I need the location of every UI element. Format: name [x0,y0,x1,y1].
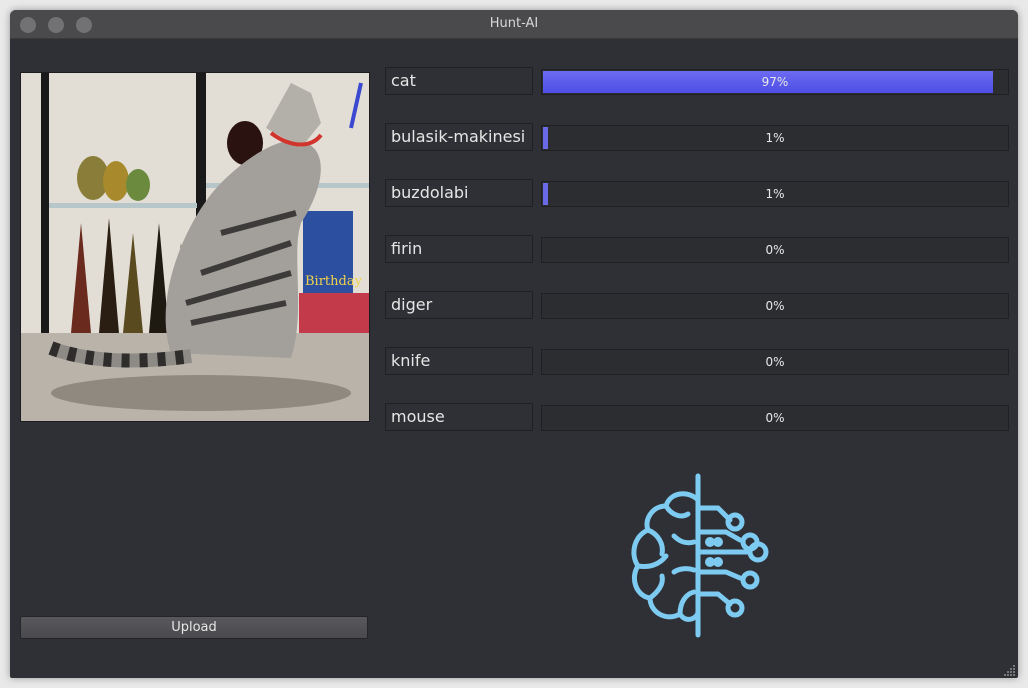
uploaded-image-preview: Birthday [20,72,370,422]
book-title-text: Birthday [305,274,363,289]
title-bar: Hunt-AI [10,10,1018,39]
app-window: Hunt-AI Birthday cat 97% bulasik-makines… [10,10,1018,678]
progress-text-firin: 0% [765,243,785,257]
progress-bar-bulasik-makinesi: 1% [541,125,1009,151]
class-label-diger: diger [385,291,533,319]
class-label-knife: knife [385,347,533,375]
progress-bar-knife: 0% [541,349,1009,375]
class-label-bulasik-makinesi: bulasik-makinesi [385,123,533,151]
progress-text-bulasik-makinesi: 1% [765,131,785,145]
progress-text-buzdolabi: 1% [765,187,785,201]
progress-text-knife: 0% [765,355,785,369]
progress-bar-firin: 0% [541,237,1009,263]
progress-text-mouse: 0% [765,411,785,425]
progress-text-cat: 97% [761,75,789,89]
class-label-buzdolabi: buzdolabi [385,179,533,207]
progress-bar-diger: 0% [541,293,1009,319]
resize-grip-icon[interactable] [1004,664,1016,676]
upload-button[interactable]: Upload [20,616,368,639]
progress-bar-buzdolabi: 1% [541,181,1009,207]
window-title: Hunt-AI [489,16,539,31]
class-label-firin: firin [385,235,533,263]
class-label-mouse: mouse [385,403,533,431]
progress-text-diger: 0% [765,299,785,313]
progress-bar-mouse: 0% [541,405,1009,431]
class-label-cat: cat [385,67,533,95]
progress-bar-cat: 97% [541,69,1009,95]
brain-circuit-icon [622,472,772,646]
